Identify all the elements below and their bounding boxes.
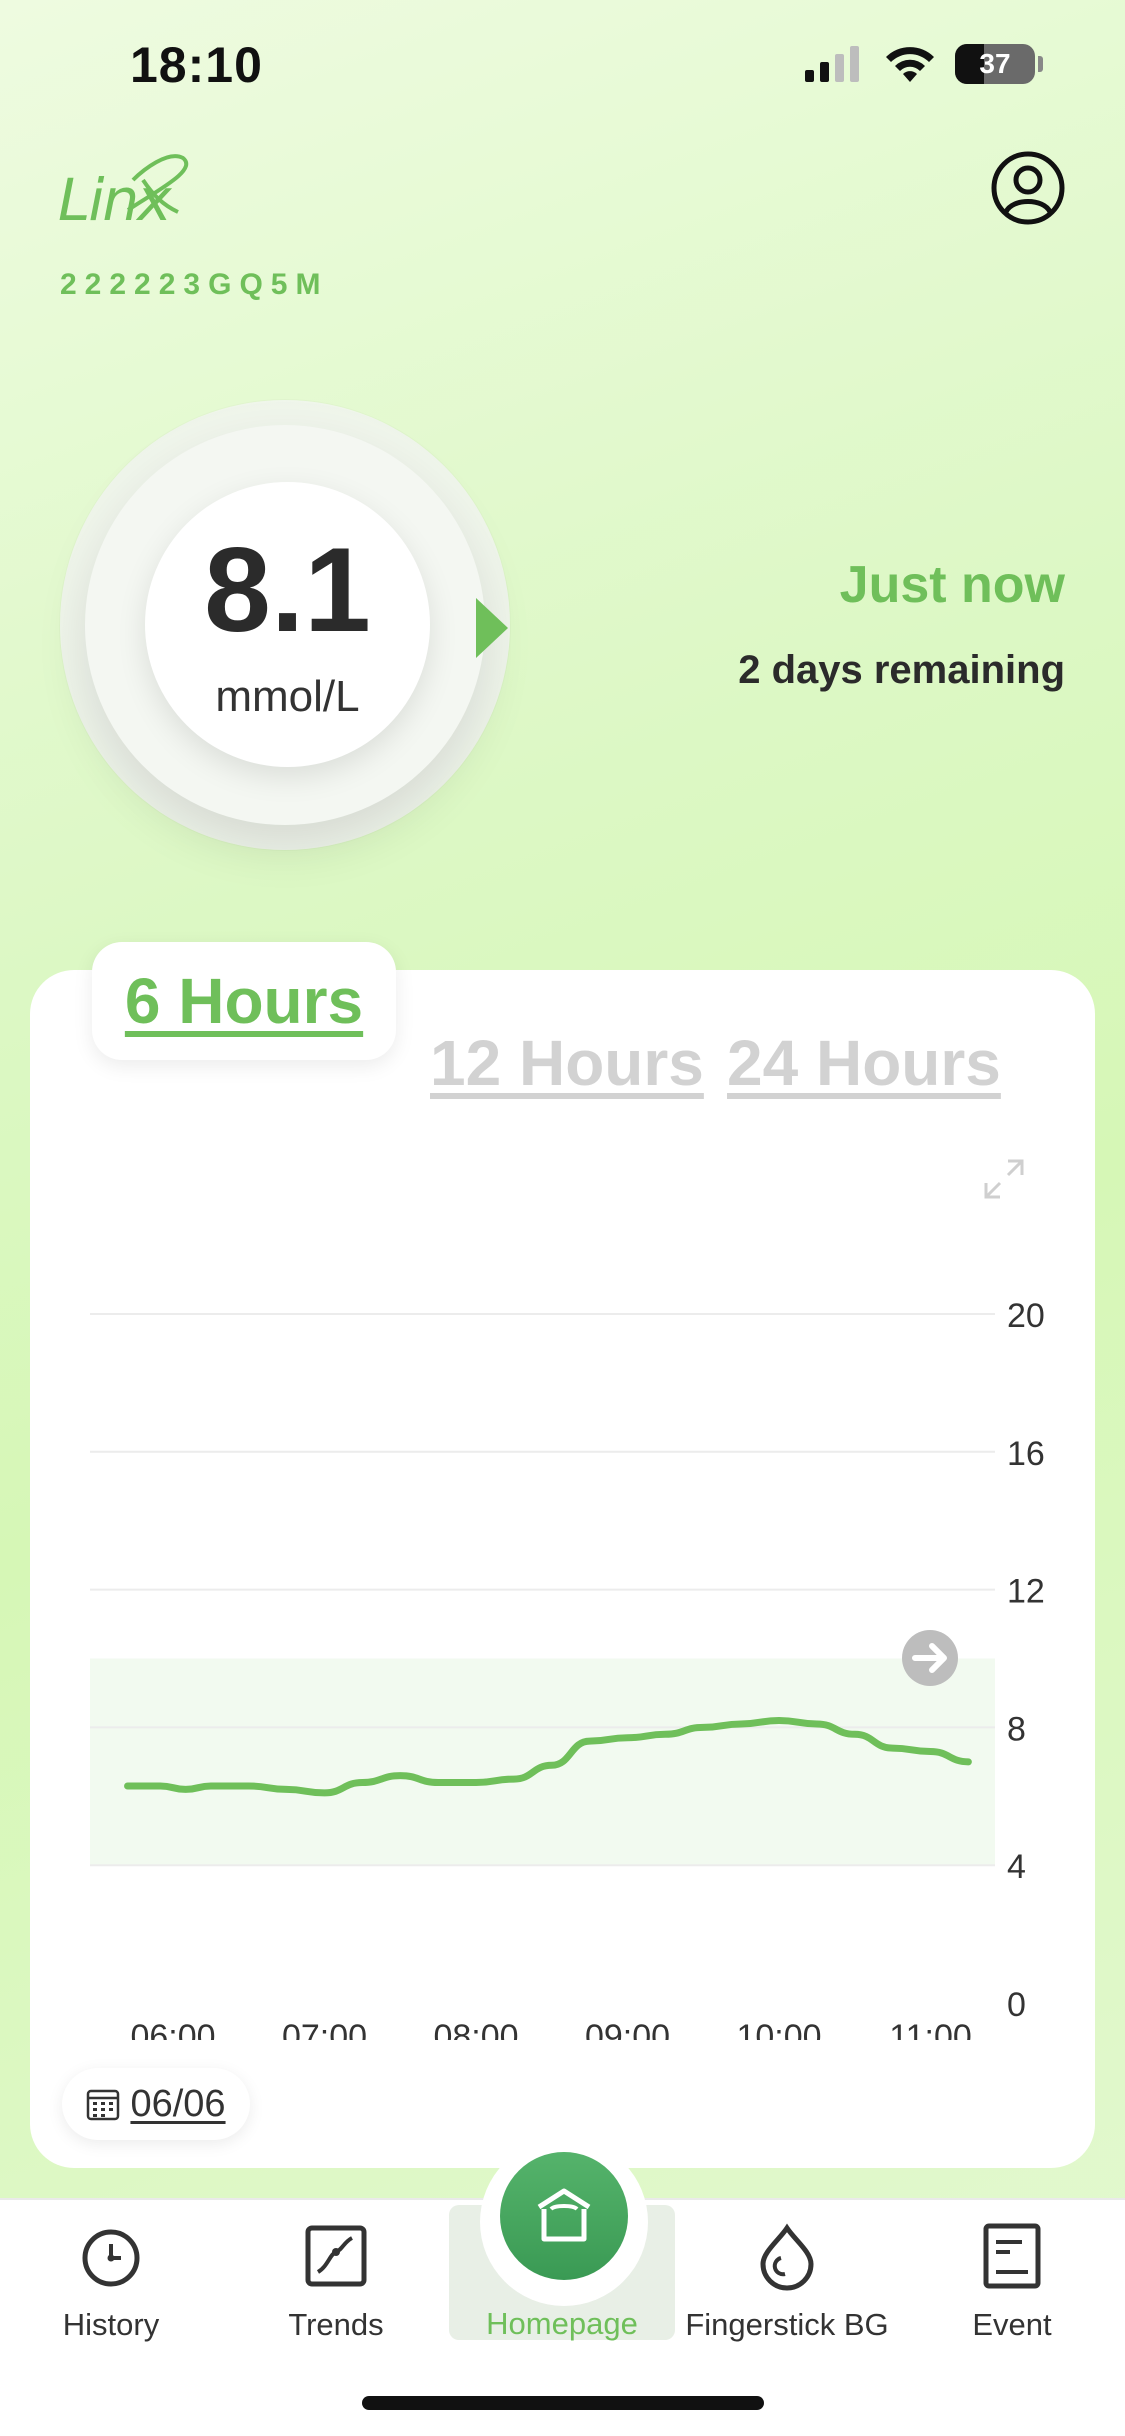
tab-homepage-label: Homepage bbox=[486, 2306, 638, 2341]
status-bar: 18:10 37 bbox=[0, 0, 1125, 130]
data-point bbox=[702, 1726, 704, 1728]
glucose-value: 8.1 bbox=[204, 523, 371, 657]
data-point bbox=[664, 1733, 666, 1735]
calendar-icon bbox=[87, 2089, 120, 2121]
y-tick-label: 8 bbox=[1007, 1710, 1026, 1748]
data-point bbox=[475, 1782, 477, 1784]
scroll-right-icon[interactable] bbox=[902, 1630, 958, 1686]
data-point bbox=[437, 1782, 439, 1784]
home-indicator bbox=[362, 2396, 764, 2410]
data-point bbox=[589, 1740, 591, 1742]
y-tick-label: 0 bbox=[1007, 1986, 1026, 2024]
data-point bbox=[127, 1785, 129, 1787]
tab-history-label: History bbox=[62, 2307, 160, 2342]
wifi-icon bbox=[886, 47, 934, 82]
sensor-remaining: 2 days remaining bbox=[738, 648, 1065, 692]
status-icons: 37 bbox=[805, 44, 1043, 84]
battery-icon: 37 bbox=[955, 44, 1043, 84]
data-point bbox=[627, 1737, 628, 1739]
tab-trends[interactable]: Trends bbox=[226, 2220, 446, 2343]
data-point bbox=[930, 1751, 931, 1753]
tab-event[interactable]: Event bbox=[902, 2220, 1122, 2343]
data-point bbox=[185, 1788, 187, 1790]
data-point bbox=[210, 1785, 212, 1787]
clock-icon bbox=[82, 2229, 140, 2287]
sensor-serial: 222223GQ5M bbox=[60, 268, 329, 301]
x-tick-label: 06:00 bbox=[130, 2018, 215, 2040]
data-point bbox=[778, 1720, 780, 1722]
glucose-unit: mmol/L bbox=[215, 672, 360, 721]
date-selector[interactable]: 06/06 bbox=[62, 2068, 250, 2140]
status-time: 18:10 bbox=[130, 37, 263, 93]
data-point bbox=[854, 1733, 856, 1735]
x-tick-label: 09:00 bbox=[585, 2018, 670, 2040]
tab-6-hours[interactable]: 6 Hours bbox=[92, 942, 396, 1060]
y-tick-label: 12 bbox=[1007, 1573, 1045, 1611]
tab-6-hours-label: 6 Hours bbox=[124, 965, 364, 1037]
glucose-chart: 0 4 8 12 16 20 06:00 07:00 08:00 09:00 10:00 11:00 bbox=[60, 1270, 1090, 2056]
data-point bbox=[740, 1723, 742, 1725]
profile-icon[interactable] bbox=[990, 150, 1066, 226]
expand-icon[interactable] bbox=[980, 1155, 1028, 1203]
note-icon bbox=[983, 2223, 1041, 2289]
tab-fingerstick-bg[interactable]: Fingerstick BG bbox=[677, 2220, 897, 2343]
data-point bbox=[816, 1723, 818, 1725]
data-point bbox=[399, 1775, 401, 1777]
data-point bbox=[513, 1778, 515, 1780]
x-tick-label: 08:00 bbox=[433, 2018, 518, 2040]
data-point bbox=[286, 1788, 288, 1790]
x-tick-label: 07:00 bbox=[282, 2018, 367, 2040]
x-tick-label: 11:00 bbox=[889, 2018, 972, 2040]
tab-fingerstick-label: Fingerstick BG bbox=[685, 2307, 889, 2342]
battery-level: 37 bbox=[979, 48, 1011, 79]
linx-logo: Linx bbox=[58, 150, 198, 250]
home-icon bbox=[537, 2188, 591, 2242]
tab-trends-label: Trends bbox=[288, 2307, 384, 2342]
data-point bbox=[551, 1764, 553, 1766]
drop-icon bbox=[760, 2223, 814, 2291]
tab-homepage[interactable] bbox=[500, 2152, 628, 2280]
signal-icon bbox=[805, 46, 859, 82]
data-point bbox=[892, 1747, 894, 1749]
y-tick-label: 16 bbox=[1007, 1435, 1045, 1473]
logo-text: Linx bbox=[58, 166, 172, 234]
selected-date: 06/06 bbox=[130, 2082, 226, 2125]
data-point bbox=[159, 1785, 161, 1787]
trends-icon bbox=[305, 2225, 367, 2287]
tab-event-label: Event bbox=[972, 2307, 1052, 2342]
trend-arrow-icon bbox=[476, 598, 508, 658]
y-tick-label: 20 bbox=[1007, 1297, 1045, 1335]
data-point bbox=[967, 1761, 969, 1763]
y-tick-label: 4 bbox=[1007, 1848, 1026, 1886]
data-point bbox=[361, 1782, 363, 1784]
data-point bbox=[324, 1792, 325, 1794]
tab-history[interactable]: History bbox=[1, 2220, 221, 2343]
x-tick-label: 10:00 bbox=[736, 2018, 821, 2040]
tab-12-hours[interactable]: 12 Hours bbox=[430, 1026, 704, 1100]
target-range-band bbox=[90, 1658, 995, 1866]
reading-time: Just now bbox=[839, 556, 1065, 614]
data-point bbox=[248, 1785, 250, 1787]
tab-24-hours[interactable]: 24 Hours bbox=[727, 1026, 1001, 1100]
